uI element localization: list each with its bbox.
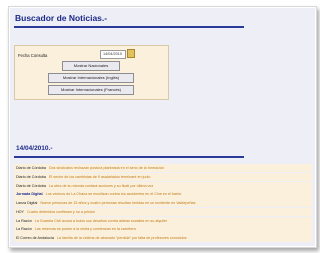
news-headline[interactable]: El sector de los cambistas de 9 asalaria… [49, 175, 150, 179]
news-source: Jornada Digital [16, 192, 43, 197]
news-row[interactable]: La Razón La Guardia Civil acusa a todos s… [14, 216, 312, 225]
date-label: Fecha Consulta [18, 53, 48, 58]
news-row[interactable]: Lanza Digital Nueve personas de 15 años y… [14, 199, 312, 208]
news-headline[interactable]: Cuatro detenidos confiesan y no a prisió… [27, 210, 95, 214]
news-row[interactable]: La Razón Las reservas se ponen a la venta… [14, 225, 312, 234]
date-divider [14, 156, 244, 158]
news-headline[interactable]: Los vecinos de La Chana se movilizan con… [46, 192, 182, 196]
show-internacionales-ingles-button[interactable]: Mostrar Internacionales (Inglés) [48, 73, 134, 83]
news-headline[interactable]: La Guardia Civil acusa a todos sus desaf… [35, 219, 167, 223]
news-row[interactable]: HOY Cuatro detenidos confiesan y no a pri… [14, 207, 312, 217]
news-headline[interactable]: La familia de la víctima de atracado "pe… [57, 236, 187, 240]
calendar-icon[interactable] [127, 49, 135, 58]
search-form: Fecha Consulta 14/04/2010 Mostrar Nacion… [14, 45, 169, 100]
main-panel: Buscador de Noticias.- Fecha Consulta 14… [10, 8, 315, 246]
page-title: Buscador de Noticias.- [15, 13, 108, 23]
news-source: Diario de Córdoba [16, 166, 46, 170]
news-headline[interactable]: Nueve personas de 15 años y cuatro perso… [40, 201, 195, 205]
news-row[interactable]: Jornada Digital Los vecinos de La Chana s… [14, 190, 312, 199]
news-source: La Razón [16, 218, 32, 223]
news-source: Diario de Córdoba [16, 174, 46, 179]
news-row[interactable]: Diario de Córdoba El sector de los cambis… [14, 172, 312, 181]
news-source: Lanza Digital [16, 201, 38, 206]
show-nacionales-button[interactable]: Mostrar Nacionales [62, 61, 120, 71]
news-source: HOY [16, 209, 24, 214]
date-heading: 14/04/2010.- [16, 145, 53, 152]
title-divider [14, 26, 244, 28]
news-headline[interactable]: La obra de la rotonda contará acciones y… [49, 184, 153, 188]
news-source: La Razón [16, 227, 32, 232]
page-frame: Buscador de Noticias.- Fecha Consulta 14… [8, 6, 317, 248]
news-row[interactable]: Diario de Córdoba La obra de la rotonda c… [14, 181, 312, 190]
news-source: Diario de Córdoba [16, 183, 46, 188]
news-row[interactable]: El Correo de Andalucía La familia de la v… [14, 234, 312, 243]
show-internacionales-frances-button[interactable]: Mostrar Internacionales (Francés) [48, 85, 134, 95]
news-headline[interactable]: Dos sindicatos rechazan postura plantead… [49, 166, 164, 170]
news-source: El Correo de Andalucía [16, 236, 54, 241]
news-list: Diario de Córdoba Dos sindicatos rechazan… [14, 164, 312, 243]
news-headline[interactable]: Las reservas se ponen a la venta y comie… [35, 227, 136, 231]
news-row[interactable]: Diario de Córdoba Dos sindicatos rechazan… [14, 164, 312, 173]
date-field[interactable]: 14/04/2010 [100, 50, 126, 59]
